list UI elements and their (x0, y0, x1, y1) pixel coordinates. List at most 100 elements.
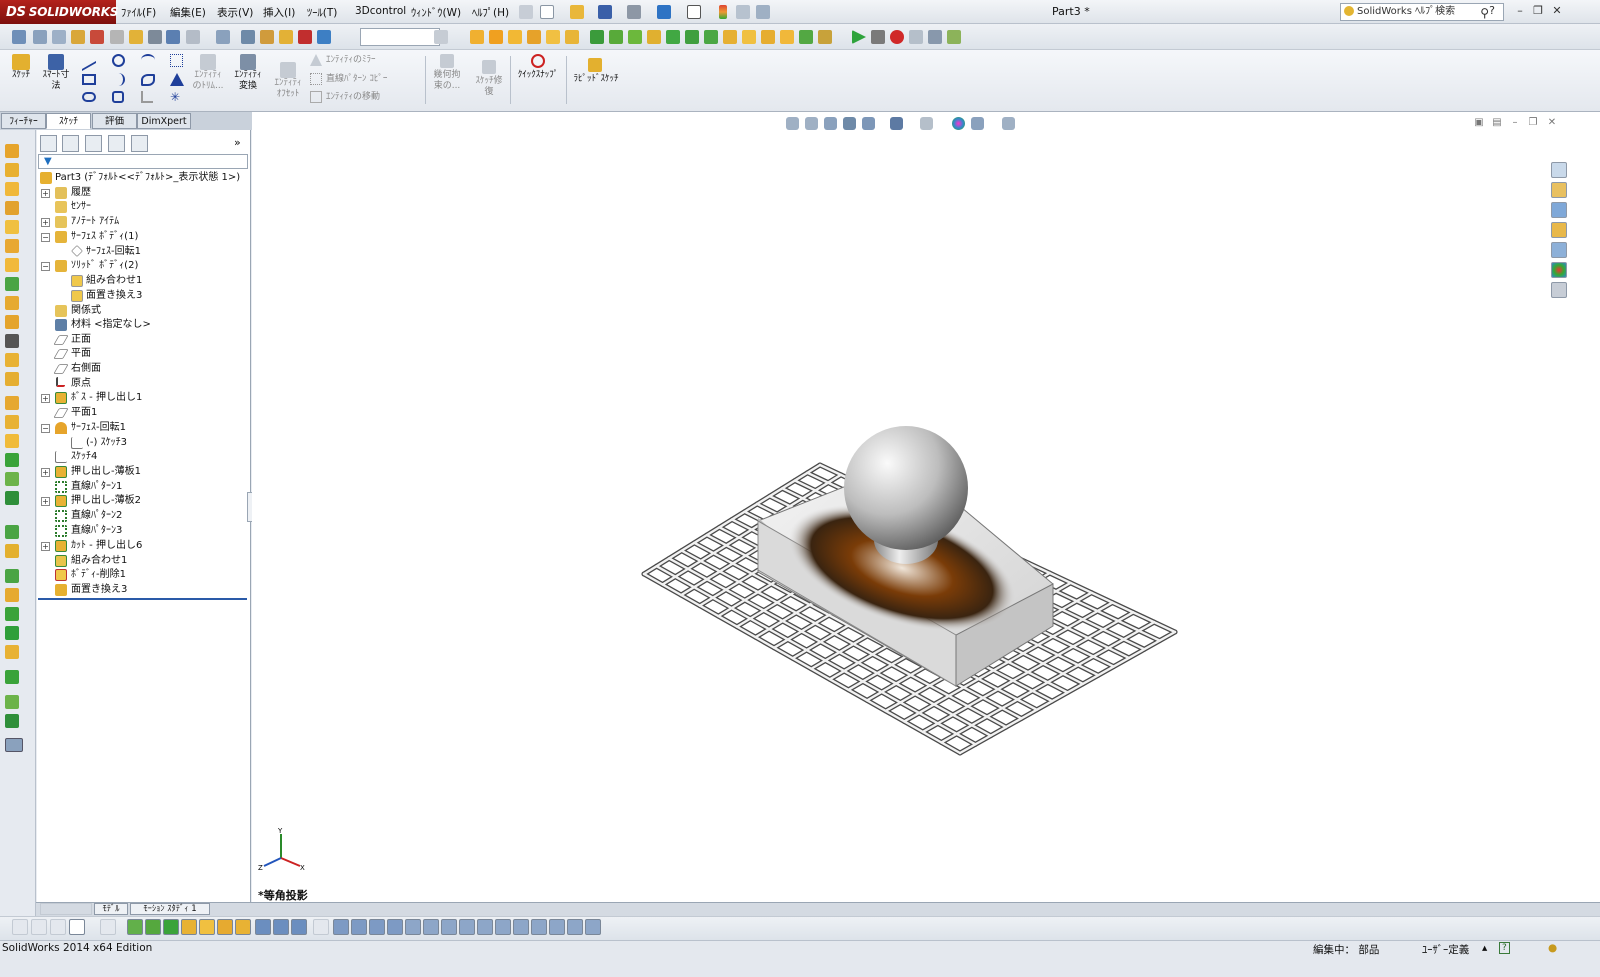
filter-clear-icon[interactable] (31, 919, 47, 935)
relations-label-1[interactable]: 幾何拘 (428, 70, 466, 81)
appearances-scenes-icon[interactable] (1551, 262, 1567, 278)
select-pointer-icon[interactable] (69, 919, 85, 935)
menu-help[interactable]: ﾍﾙﾌﾟ(H) (472, 5, 509, 20)
filter-cosmetic-threads-icon[interactable] (459, 919, 475, 935)
filter-select-all-icon[interactable] (50, 919, 66, 935)
fillet-icon[interactable] (628, 30, 642, 44)
macro-icon[interactable] (186, 30, 200, 44)
filter-sketch-points-icon[interactable] (255, 919, 271, 935)
smart-dimension-label-2[interactable]: 法 (38, 81, 74, 92)
tree-item-replace-face3[interactable]: 面置き換え3 (71, 583, 127, 597)
hide-show-items-icon[interactable] (920, 117, 933, 130)
spell-check-icon[interactable] (12, 30, 26, 44)
filter-solid-bodies-icon[interactable] (199, 919, 215, 935)
linear-pattern-button[interactable]: 直線ﾊﾟﾀｰﾝ ｺﾋﾟｰ (326, 74, 387, 85)
rectangle-icon[interactable] (82, 74, 96, 85)
mirror-entities-button[interactable]: ｴﾝﾃｨﾃｨのﾐﾗｰ (326, 55, 376, 66)
tree-item-linear-pattern2[interactable]: 直線ﾊﾟﾀｰﾝ2 (71, 509, 122, 523)
wrap-icon[interactable] (723, 30, 737, 44)
display-manager-tab-icon[interactable] (131, 135, 148, 152)
tab-features[interactable]: ﾌｨｰﾁｬｰ (1, 113, 46, 129)
tree-item-replace-face3-body[interactable]: 面置き換え3 (86, 289, 142, 303)
tab-scroll-arrows[interactable] (40, 903, 92, 915)
rib-feature-icon[interactable] (5, 315, 19, 329)
new-document-icon[interactable] (540, 5, 554, 19)
pattern-icon[interactable] (799, 30, 813, 44)
relations-icon[interactable] (440, 54, 454, 68)
new-macro-icon[interactable] (928, 30, 942, 44)
offset-entities-label-2[interactable]: ｵﾌｾｯﾄ (270, 89, 306, 100)
feature-manager-tab-icon[interactable] (40, 135, 57, 152)
file-explorer-icon[interactable] (1551, 202, 1567, 218)
view-orientation-icon[interactable] (862, 117, 875, 130)
delete-face-icon[interactable] (5, 626, 19, 640)
spline-icon[interactable] (112, 73, 125, 86)
repair-sketch-icon[interactable] (482, 60, 496, 74)
customize-menu-icon[interactable] (947, 30, 961, 44)
viewport-close-icon[interactable]: ✕ (1545, 116, 1559, 130)
measure-icon[interactable] (33, 30, 47, 44)
select-arrow-icon[interactable] (687, 5, 701, 19)
collapse-toggle[interactable]: − (41, 233, 50, 242)
sum-icon[interactable] (148, 30, 162, 44)
offset-surface-icon[interactable] (5, 544, 19, 558)
mass-properties-icon[interactable] (52, 30, 66, 44)
boundary-boss-icon[interactable] (5, 220, 19, 234)
mirror-feature-icon[interactable] (780, 30, 794, 44)
convert-entities-label-1[interactable]: ｴﾝﾃｨﾃｨ (230, 70, 266, 81)
stop-record-icon[interactable] (871, 30, 885, 44)
combine-icon[interactable] (818, 30, 832, 44)
linear-pattern-feature-icon[interactable] (5, 296, 19, 310)
fillet-feature-icon[interactable] (5, 277, 19, 291)
menu-insert[interactable]: 挿入(I) (263, 5, 295, 20)
revolved-boss-icon[interactable] (5, 163, 19, 177)
pattern-strip-icon[interactable] (5, 670, 19, 684)
filter-planes-icon[interactable] (235, 919, 251, 935)
view-palette-icon[interactable] (1551, 242, 1567, 258)
units-dropdown-icon[interactable]: ▴ (1482, 942, 1487, 954)
sketch-grid-icon[interactable] (170, 54, 183, 67)
geometry-analysis-icon[interactable] (110, 30, 124, 44)
draft-feature-icon[interactable] (5, 334, 19, 348)
filter-mesh-icon[interactable] (585, 919, 601, 935)
instant3d-icon[interactable] (5, 434, 19, 448)
help-search-input[interactable]: SolidWorks ﾍﾙﾌﾟ検索 ⚲ (1340, 3, 1504, 21)
insert-body-icon[interactable] (489, 30, 503, 44)
solidworks-logo[interactable]: DS SOLIDWORKS (0, 0, 119, 24)
split-line-icon[interactable] (5, 695, 19, 709)
previous-view-icon[interactable] (824, 117, 837, 130)
filter-axes-icon[interactable] (217, 919, 233, 935)
close-icon[interactable]: ✕ (1549, 4, 1565, 20)
filter-edges-icon[interactable] (145, 919, 161, 935)
repair-sketch-label-1[interactable]: ｽｹｯﾁ修 (470, 76, 508, 87)
tree-item-cut-extrude6[interactable]: ｶｯﾄ - 押し出し6 (71, 539, 142, 553)
rebuild-traffic-light-icon[interactable] (719, 5, 727, 19)
intersect-icon[interactable] (761, 30, 775, 44)
move-entities-icon[interactable] (310, 91, 322, 103)
tree-item-annotations[interactable]: ｱﾉﾃｰﾄ ｱｲﾃﾑ (71, 215, 119, 229)
print-icon[interactable] (627, 5, 641, 19)
convert-entities-icon[interactable] (240, 54, 256, 70)
sketch-icon[interactable] (12, 54, 30, 70)
filter-vertices-icon[interactable] (127, 919, 143, 935)
deviation-analysis-icon[interactable] (166, 30, 180, 44)
tree-item-front-plane[interactable]: 正面 (71, 333, 91, 347)
offset-entities-icon[interactable] (280, 62, 296, 78)
tree-item-solid-bodies[interactable]: ｿﾘｯﾄﾞ ﾎﾞﾃﾞｨ(2) (71, 259, 138, 273)
tree-item-linear-pattern1[interactable]: 直線ﾊﾟﾀｰﾝ1 (71, 480, 122, 494)
trim-entities-label-2[interactable]: のﾄﾘﾑ... (190, 81, 226, 92)
fillet-sketch-icon[interactable] (141, 91, 153, 103)
configuration-dropdown[interactable] (360, 28, 440, 46)
menu-3dcontrol[interactable]: 3Dcontrol (355, 5, 406, 17)
filter-notes-icon[interactable] (387, 919, 403, 935)
polygon-sketch-icon[interactable] (112, 91, 124, 103)
3d-model-view[interactable] (630, 410, 1190, 770)
shell-icon[interactable] (666, 30, 680, 44)
section-properties-icon[interactable] (71, 30, 85, 44)
filter-datum-features-icon[interactable] (405, 919, 421, 935)
ellipse-icon[interactable] (141, 74, 155, 86)
tree-item-equations[interactable]: 関係式 (71, 304, 101, 318)
shell-feature-icon[interactable] (5, 353, 19, 367)
sketch-button[interactable]: ｽｹｯﾁ (6, 70, 36, 81)
boundary-icon[interactable] (609, 30, 623, 44)
